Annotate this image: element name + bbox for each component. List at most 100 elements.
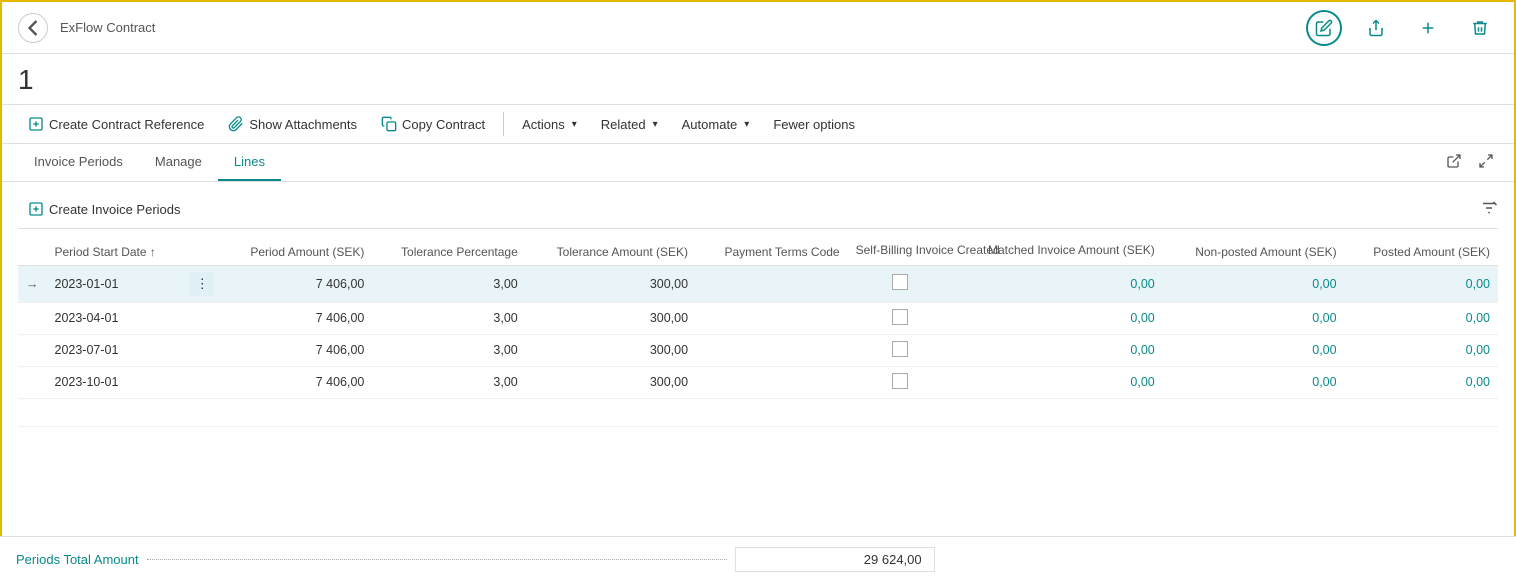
payment-terms-code[interactable] — [696, 302, 848, 334]
tolerance-percentage[interactable]: 3,00 — [372, 265, 525, 302]
period-amount[interactable]: 7 406,00 — [222, 265, 372, 302]
self-billing-checkbox[interactable] — [892, 309, 908, 325]
period-start-date[interactable]: 2023-01-01 — [47, 265, 183, 302]
self-billing-checkbox-cell[interactable] — [848, 334, 952, 366]
period-start-date[interactable]: 2023-07-01 — [47, 334, 183, 366]
period-start-date[interactable]: 2023-04-01 — [47, 302, 183, 334]
action-bar: Create Contract Reference Show Attachmen… — [2, 105, 1514, 144]
page-title: ExFlow Contract — [60, 20, 1294, 35]
related-button[interactable]: Related ▾ — [591, 112, 668, 137]
related-chevron-icon: ▾ — [653, 119, 658, 130]
period-amount-header: Period Amount (SEK) — [222, 237, 372, 265]
fewer-options-button[interactable]: Fewer options — [763, 112, 865, 137]
posted-amount[interactable]: 0,00 — [1345, 265, 1498, 302]
invoice-periods-table: Period Start Date ↑ Period Amount (SEK) … — [18, 237, 1498, 427]
payment-terms-code[interactable] — [696, 366, 848, 398]
self-billing-checkbox[interactable] — [892, 274, 908, 290]
non-posted-amount[interactable]: 0,00 — [1163, 366, 1345, 398]
payment-terms-code[interactable] — [696, 334, 848, 366]
posted-amount[interactable]: 0,00 — [1345, 302, 1498, 334]
tab-manage[interactable]: Manage — [139, 144, 218, 181]
self-billing-checkbox-cell[interactable] — [848, 302, 952, 334]
row-arrow — [18, 366, 47, 398]
context-menu-col-header — [182, 237, 222, 265]
tolerance-amount[interactable]: 300,00 — [526, 265, 696, 302]
create-contract-reference-button[interactable]: Create Contract Reference — [18, 111, 214, 137]
separator — [503, 112, 504, 136]
period-amount[interactable]: 7 406,00 — [222, 366, 372, 398]
period-start-date-header[interactable]: Period Start Date ↑ — [47, 237, 183, 265]
table-row[interactable]: 2023-10-017 406,003,00300,000,000,000,00 — [18, 366, 1498, 398]
arrow-col-header — [18, 237, 47, 265]
table-row[interactable]: 2023-07-017 406,003,00300,000,000,000,00 — [18, 334, 1498, 366]
actions-chevron-icon: ▾ — [572, 119, 577, 130]
context-menu-cell[interactable] — [182, 302, 222, 334]
sub-action-bar: Create Invoice Periods — [18, 190, 1498, 229]
tolerance-amount-header: Tolerance Amount (SEK) — [526, 237, 696, 265]
empty-row — [18, 398, 1498, 426]
payment-terms-code-header: Payment Terms Code — [696, 237, 848, 265]
posted-amount[interactable]: 0,00 — [1345, 366, 1498, 398]
tab-lines[interactable]: Lines — [218, 144, 281, 181]
open-in-new-icon[interactable] — [1442, 149, 1466, 176]
self-billing-checkbox-cell[interactable] — [848, 265, 952, 302]
delete-button[interactable] — [1462, 10, 1498, 46]
tab-invoice-periods[interactable]: Invoice Periods — [18, 144, 139, 181]
self-billing-header: Self-Billing Invoice Created — [848, 237, 952, 265]
show-attachments-button[interactable]: Show Attachments — [218, 111, 367, 137]
context-menu-cell[interactable] — [182, 334, 222, 366]
matched-invoice-amount[interactable]: 0,00 — [952, 366, 1163, 398]
table-row[interactable]: →2023-01-01⋮7 406,003,00300,000,000,000,… — [18, 265, 1498, 302]
add-button[interactable] — [1410, 10, 1446, 46]
self-billing-checkbox[interactable] — [892, 341, 908, 357]
period-start-date[interactable]: 2023-10-01 — [47, 366, 183, 398]
automate-chevron-icon: ▾ — [744, 119, 749, 130]
tolerance-amount[interactable]: 300,00 — [526, 334, 696, 366]
copy-contract-button[interactable]: Copy Contract — [371, 111, 495, 137]
totals-dots — [147, 559, 727, 560]
period-amount[interactable]: 7 406,00 — [222, 334, 372, 366]
matched-invoice-amount[interactable]: 0,00 — [952, 302, 1163, 334]
row-arrow — [18, 334, 47, 366]
totals-bar: Periods Total Amount 29 624,00 — [0, 536, 1516, 582]
self-billing-checkbox[interactable] — [892, 373, 908, 389]
non-posted-amount[interactable]: 0,00 — [1163, 265, 1345, 302]
tolerance-percentage[interactable]: 3,00 — [372, 366, 525, 398]
tolerance-percentage-header: Tolerance Percentage — [372, 237, 525, 265]
matched-invoice-amount[interactable]: 0,00 — [952, 334, 1163, 366]
matched-invoice-amount[interactable]: 0,00 — [952, 265, 1163, 302]
posted-amount-header: Posted Amount (SEK) — [1345, 237, 1498, 265]
context-menu-cell[interactable] — [182, 366, 222, 398]
share-button[interactable] — [1358, 10, 1394, 46]
tolerance-percentage[interactable]: 3,00 — [372, 334, 525, 366]
context-menu-cell[interactable]: ⋮ — [182, 265, 222, 302]
row-arrow — [18, 302, 47, 334]
edit-button[interactable] — [1306, 10, 1342, 46]
table-row[interactable]: 2023-04-017 406,003,00300,000,000,000,00 — [18, 302, 1498, 334]
expand-icon[interactable] — [1474, 149, 1498, 176]
content-area: Create Invoice Periods Period Start Date… — [2, 182, 1514, 435]
automate-button[interactable]: Automate ▾ — [672, 112, 760, 137]
tab-actions — [1442, 149, 1498, 176]
record-id: 1 — [2, 54, 1514, 105]
row-arrow: → — [18, 265, 47, 302]
period-amount[interactable]: 7 406,00 — [222, 302, 372, 334]
non-posted-amount-header: Non-posted Amount (SEK) — [1163, 237, 1345, 265]
top-actions — [1306, 10, 1498, 46]
totals-label: Periods Total Amount — [16, 552, 139, 567]
tolerance-percentage[interactable]: 3,00 — [372, 302, 525, 334]
back-button[interactable] — [18, 13, 48, 43]
context-menu-button[interactable]: ⋮ — [190, 272, 214, 296]
create-invoice-periods-button[interactable]: Create Invoice Periods — [18, 196, 191, 222]
payment-terms-code[interactable] — [696, 265, 848, 302]
non-posted-amount[interactable]: 0,00 — [1163, 302, 1345, 334]
posted-amount[interactable]: 0,00 — [1345, 334, 1498, 366]
tolerance-amount[interactable]: 300,00 — [526, 366, 696, 398]
totals-value: 29 624,00 — [735, 547, 935, 572]
non-posted-amount[interactable]: 0,00 — [1163, 334, 1345, 366]
tolerance-amount[interactable]: 300,00 — [526, 302, 696, 334]
tab-bar: Invoice Periods Manage Lines — [2, 144, 1514, 182]
actions-button[interactable]: Actions ▾ — [512, 112, 587, 137]
self-billing-checkbox-cell[interactable] — [848, 366, 952, 398]
filter-icon[interactable] — [1480, 199, 1498, 220]
